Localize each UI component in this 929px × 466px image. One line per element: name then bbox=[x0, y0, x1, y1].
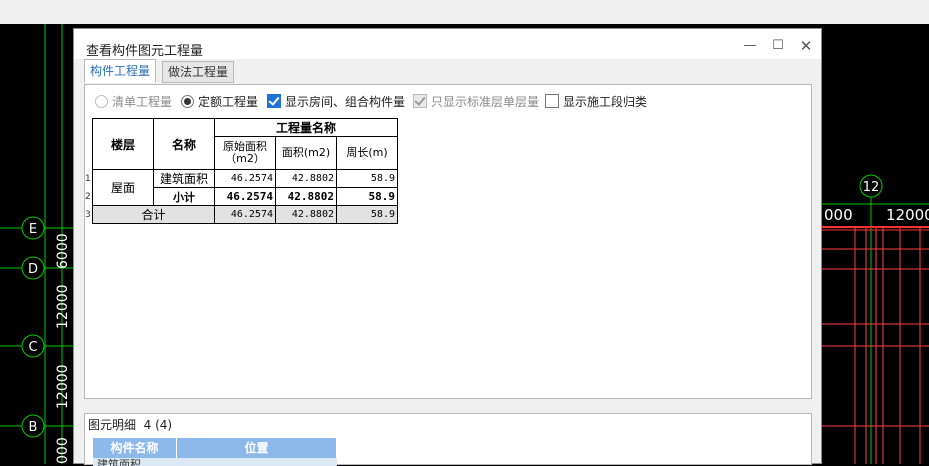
radio-checked-icon bbox=[181, 95, 194, 108]
cell-value: 58.9 bbox=[336, 187, 398, 206]
cell-name: 小计 bbox=[153, 187, 215, 206]
header-quantity-name: 工程量名称 bbox=[214, 118, 398, 137]
checkbox-show-room-quantity[interactable]: 显示房间、组合构件量 bbox=[267, 93, 405, 111]
cell-value: 42.8802 bbox=[275, 205, 337, 224]
tab-method-quantity[interactable]: 做法工程量 bbox=[162, 61, 235, 83]
header-original-area: 原始面积（m2） bbox=[214, 136, 276, 170]
axis-label-12: 12 bbox=[863, 180, 880, 195]
header-name: 名称 bbox=[153, 118, 215, 170]
dim-label-12000-a: 12000 bbox=[55, 284, 71, 329]
cell-value: 58.9 bbox=[336, 205, 398, 224]
cell-value: 42.8802 bbox=[275, 187, 337, 206]
maximize-icon[interactable]: ☐ bbox=[768, 37, 788, 55]
checkbox-checked-disabled-icon bbox=[413, 94, 427, 108]
dim-label-000-left: 000 bbox=[55, 437, 71, 464]
table-row[interactable]: 1 屋面 建筑面积 46.2574 42.8802 58.9 bbox=[85, 169, 398, 206]
app-top-strip bbox=[0, 0, 929, 24]
header-floor: 楼层 bbox=[92, 118, 154, 170]
tab-component-quantity[interactable]: 构件工程量 bbox=[84, 59, 157, 83]
checkbox-unchecked-icon bbox=[545, 94, 559, 108]
cell-value: 46.2574 bbox=[214, 187, 276, 206]
checkbox-show-construction-stage[interactable]: 显示施工段归类 bbox=[545, 93, 647, 111]
dim-label-000-right: 000 bbox=[824, 206, 853, 224]
axis-marker-12: 12 bbox=[859, 174, 883, 198]
dim-label-12000-b: 12000 bbox=[55, 364, 71, 409]
radio-quota-quantity[interactable]: 定额工程量 bbox=[181, 93, 258, 111]
cell-floor: 屋面 bbox=[92, 169, 154, 206]
cell-value: 46.2574 bbox=[214, 169, 276, 188]
detail-title: 图元明细 4 (4) bbox=[88, 418, 173, 432]
radio-bill-quantity[interactable]: 清单工程量 bbox=[95, 93, 172, 111]
minimize-icon[interactable]: — bbox=[740, 37, 760, 55]
dim-label-12000-right: 12000 bbox=[886, 206, 929, 224]
cell-name: 建筑面积 bbox=[153, 169, 215, 188]
detail-header-component-name[interactable]: 构件名称 bbox=[93, 438, 177, 458]
table-row-total[interactable]: 3 合计 46.2574 42.8802 58.9 bbox=[85, 205, 398, 224]
axis-marker-e: E bbox=[21, 216, 45, 240]
axis-marker-c: C bbox=[21, 334, 45, 358]
axis-label-c: C bbox=[28, 340, 37, 355]
axis-label-e: E bbox=[29, 222, 37, 237]
axis-label-b: B bbox=[29, 420, 38, 435]
dialog-title: 查看构件图元工程量 bbox=[86, 44, 204, 59]
cad-right-drawing bbox=[822, 194, 929, 464]
header-area: 面积(m2) bbox=[275, 136, 337, 170]
detail-count: 4 (4) bbox=[143, 418, 173, 432]
checkbox-standard-floor-only[interactable]: 只显示标准层单层量 bbox=[413, 93, 539, 111]
axis-marker-d: D bbox=[21, 256, 45, 280]
quantity-panel: 清单工程量 定额工程量 显示房间、组合构件量 只显示标准层单层量 显示施工段归类… bbox=[84, 84, 812, 399]
detail-row[interactable]: 建筑面积 bbox=[93, 458, 337, 466]
dim-label-6000: 6000 bbox=[55, 233, 71, 269]
detail-grid: 构件名称 位置 建筑面积 bbox=[93, 438, 337, 466]
cell-total-label: 合计 bbox=[92, 205, 215, 224]
cell-value: 46.2574 bbox=[214, 205, 276, 224]
axis-label-d: D bbox=[28, 262, 38, 277]
checkbox-checked-icon bbox=[267, 94, 281, 108]
element-detail-panel: 图元明细 4 (4) 构件名称 位置 建筑面积 bbox=[84, 413, 812, 466]
radio-unchecked-icon bbox=[95, 95, 108, 108]
cell-value: 58.9 bbox=[336, 169, 398, 188]
dialog-titlebar[interactable]: 查看构件图元工程量 — ☐ ✕ bbox=[74, 29, 821, 59]
detail-header-position[interactable]: 位置 bbox=[177, 438, 337, 458]
cell-value: 42.8802 bbox=[275, 169, 337, 188]
axis-marker-b: B bbox=[21, 414, 45, 438]
view-component-quantity-dialog: 查看构件图元工程量 — ☐ ✕ 构件工程量 做法工程量 清单工程量 定额工程量 … bbox=[73, 28, 822, 466]
quantity-table: 楼层 名称 工程量名称 原始面积（m2） 面积(m2) 周长(m) 1 屋面 建… bbox=[85, 118, 398, 224]
close-icon[interactable]: ✕ bbox=[796, 37, 816, 55]
header-perimeter: 周长(m) bbox=[336, 136, 398, 170]
